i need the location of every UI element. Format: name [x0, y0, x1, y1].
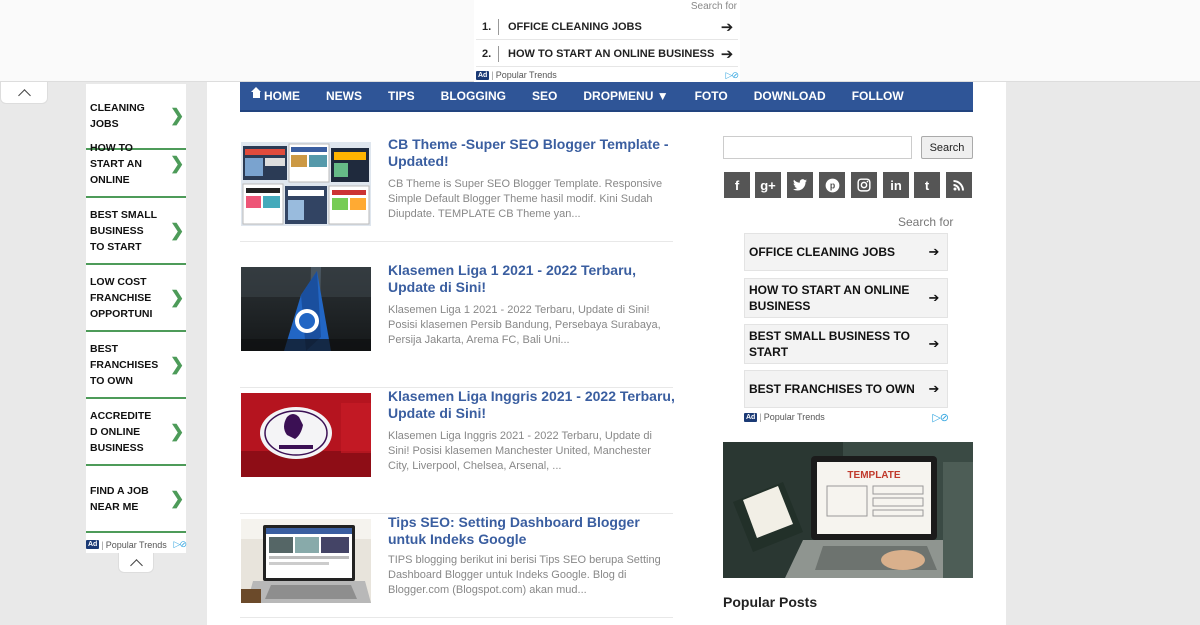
nav-item-follow[interactable]: FOLLOW	[852, 89, 904, 103]
chevron-right-icon: ❯	[170, 422, 185, 441]
instagram-icon[interactable]	[851, 172, 877, 198]
arrow-right-icon: ➔	[928, 244, 940, 259]
post-thumbnail[interactable]	[241, 142, 371, 226]
chevron-right-icon: ❯	[170, 154, 185, 173]
post-thumbnail[interactable]	[241, 267, 371, 351]
post-item: CB Theme -Super SEO Blogger Template - U…	[240, 136, 673, 242]
chevron-right-icon: ❯	[170, 489, 185, 508]
svg-text:p: p	[829, 180, 834, 190]
post-item: Tips SEO: Setting Dashboard Blogger untu…	[240, 514, 673, 618]
top-ad-item-1[interactable]: 1. OFFICE CLEANING JOBS ➔	[476, 14, 738, 40]
nav-item-home[interactable]: HOME	[251, 87, 300, 103]
left-ad-item[interactable]: ACCREDITE D ONLINE BUSINESS ❯	[86, 400, 186, 466]
top-ad-item-label: OFFICE CLEANING JOBS	[508, 20, 642, 33]
chevron-right-icon: ❯	[170, 288, 185, 307]
left-ad-item[interactable]: HOW TO START AN ONLINE ❯	[86, 132, 186, 198]
arrow-right-icon: ➔	[928, 336, 940, 351]
popular-posts-heading: Popular Posts	[723, 594, 818, 610]
top-ad-footer: Ad | Popular Trends ▷⊘	[476, 69, 740, 81]
twitter-icon[interactable]	[787, 172, 813, 198]
left-ad-footer: Ad | Popular Trends ▷⊘	[86, 539, 188, 550]
nav-item-news[interactable]: NEWS	[326, 89, 362, 103]
post-title[interactable]: Tips SEO: Setting Dashboard Blogger untu…	[388, 514, 678, 548]
home-icon	[251, 87, 261, 100]
facebook-icon[interactable]: f	[724, 172, 750, 198]
ad-provider: Popular Trends	[495, 70, 557, 80]
post-title[interactable]: Klasemen Liga Inggris 2021 - 2022 Terbar…	[388, 388, 678, 422]
top-ad-box: Search for 1. OFFICE CLEANING JOBS ➔ 2. …	[474, 0, 740, 82]
post-thumbnail[interactable]	[241, 393, 371, 477]
top-ad-item-number: 1.	[482, 20, 492, 33]
google-plus-icon[interactable]: g+	[755, 172, 781, 198]
ad-badge: Ad	[476, 70, 490, 80]
arrow-right-icon: ➔	[720, 18, 734, 36]
adchoices-icon[interactable]: ▷⊘	[932, 411, 949, 424]
nav-item-tips[interactable]: TIPS	[388, 89, 415, 103]
collapse-top-ad-button[interactable]	[0, 82, 48, 104]
collapse-left-ad-button[interactable]	[118, 553, 154, 573]
top-ad-item-number: 2.	[482, 47, 492, 60]
top-ad-item-label: HOW TO START AN ONLINE BUSINESS	[508, 47, 715, 60]
arrow-right-icon: ➔	[720, 45, 734, 63]
ad-provider: Popular Trends	[105, 539, 167, 550]
divider	[498, 45, 499, 62]
sidebar-ad-item[interactable]: BEST SMALL BUSINESS TO START ➔	[744, 324, 948, 364]
search-button[interactable]: Search	[921, 136, 973, 159]
left-ad-item[interactable]: BEST FRANCHISES TO OWN ❯	[86, 333, 186, 399]
sidebar-ad-item[interactable]: BEST FRANCHISES TO OWN ➔	[744, 370, 948, 408]
post-excerpt: Klasemen Liga 1 2021 - 2022 Terbaru, Upd…	[388, 304, 661, 346]
sidebar-ad-footer: Ad | Popular Trends ▷⊘	[744, 411, 949, 424]
sidebar-ad-item[interactable]: HOW TO START AN ONLINE BUSINESS ➔	[744, 278, 948, 318]
nav-item-blogging[interactable]: BLOGGING	[441, 89, 506, 103]
main-nav: HOME NEWS TIPS BLOGGING SEO DROPMENU ▼ F…	[240, 82, 973, 112]
nav-item-seo[interactable]: SEO	[532, 89, 557, 103]
sidebar-ad-search-for: Search for	[898, 215, 954, 229]
chevron-right-icon: ❯	[170, 106, 185, 125]
post-item: Klasemen Liga 1 2021 - 2022 Terbaru, Upd…	[240, 262, 673, 388]
left-ad-item[interactable]: BEST SMALL BUSINESS TO START ❯	[86, 199, 186, 265]
sidebar-banner-image[interactable]: TEMPLATE	[723, 442, 973, 578]
arrow-right-icon: ➔	[928, 290, 940, 305]
linkedin-icon[interactable]: in	[883, 172, 909, 198]
ad-badge: Ad	[744, 412, 758, 422]
adchoices-icon[interactable]: ▷⊘	[726, 70, 740, 81]
tumblr-icon[interactable]: t	[914, 172, 940, 198]
nav-item-download[interactable]: DOWNLOAD	[754, 89, 826, 103]
sidebar-ad-item[interactable]: OFFICE CLEANING JOBS ➔	[744, 233, 948, 271]
post-title[interactable]: Klasemen Liga 1 2021 - 2022 Terbaru, Upd…	[388, 262, 678, 296]
chevron-up-icon	[17, 88, 31, 102]
nav-item-dropmenu[interactable]: DROPMENU ▼	[583, 89, 668, 103]
arrow-right-icon: ➔	[928, 381, 940, 396]
banner-template-text: TEMPLATE	[847, 470, 900, 481]
left-ad-item[interactable]: FIND A JOB NEAR ME ❯	[86, 467, 186, 533]
chevron-right-icon: ❯	[170, 355, 185, 374]
post-item: Klasemen Liga Inggris 2021 - 2022 Terbar…	[240, 388, 675, 514]
top-ad-item-2[interactable]: 2. HOW TO START AN ONLINE BUSINESS ➔	[476, 41, 738, 67]
chevron-right-icon: ❯	[170, 221, 185, 240]
divider	[498, 18, 499, 35]
rss-icon[interactable]	[946, 172, 972, 198]
adchoices-icon[interactable]: ▷⊘	[174, 539, 188, 550]
top-anchor-ad: Search for 1. OFFICE CLEANING JOBS ➔ 2. …	[0, 0, 1200, 82]
post-excerpt: TIPS blogging berikut ini berisi Tips SE…	[388, 554, 661, 596]
search-input[interactable]	[723, 136, 912, 159]
ad-provider: Popular Trends	[763, 412, 825, 422]
top-ad-search-for: Search for	[690, 1, 737, 12]
left-ad-item[interactable]: LOW COST FRANCHISE OPPORTUNI ❯	[86, 266, 186, 332]
chevron-up-icon	[129, 558, 143, 572]
post-thumbnail[interactable]	[241, 519, 371, 603]
ad-badge: Ad	[86, 540, 100, 549]
left-side-ad: CLEANING JOBS ❯ HOW TO START AN ONLINE ❯…	[86, 84, 188, 553]
post-excerpt: CB Theme is Super SEO Blogger Template. …	[388, 178, 663, 220]
nav-item-foto[interactable]: FOTO	[695, 89, 728, 103]
pinterest-icon[interactable]: p	[819, 172, 845, 198]
post-title[interactable]: CB Theme -Super SEO Blogger Template - U…	[388, 136, 678, 170]
post-excerpt: Klasemen Liga Inggris 2021 - 2022 Terbar…	[388, 430, 652, 472]
